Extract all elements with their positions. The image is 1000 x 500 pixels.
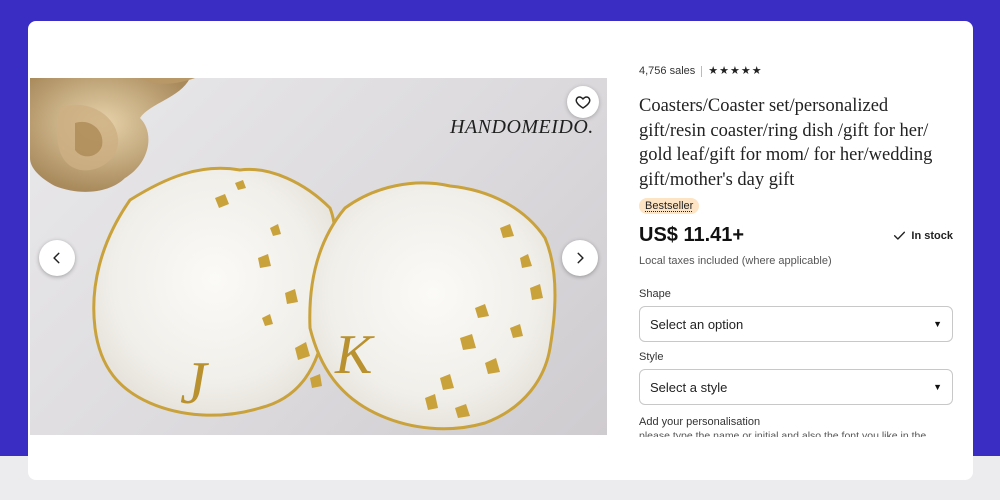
shape-select[interactable]: Select an option ▼ [639,306,953,342]
star-icon: ★ [751,64,762,77]
personalisation-label: Add your personalisation [639,416,761,428]
star-icon: ★ [740,64,751,77]
stock-label: In stock [911,229,953,242]
coaster-left [92,166,337,417]
chevron-left-icon [53,252,60,264]
tax-note: Local taxes included (where applicable) [639,255,832,267]
chevron-right-icon [577,252,584,264]
stock-status: In stock [893,229,953,242]
previous-image-button[interactable] [39,240,75,276]
listing-title: Coasters/Coaster set/personalized gift/r… [639,96,933,190]
shape-select-value: Select an option [650,316,744,332]
shape-label: Shape [639,288,671,300]
style-select-value: Select a style [650,379,728,395]
caret-down-icon: ▼ [933,319,942,329]
style-select[interactable]: Select a style ▼ [639,369,953,405]
sales-rating-row: 4,756 sales ★ ★ ★ ★ ★ [639,63,953,79]
image-watermark: HANDOMEIDO. [450,116,594,138]
coaster-letter-j: J [180,350,209,416]
price: US$ 11.41+ [639,224,745,246]
dried-rose [30,78,195,192]
coaster-right [308,181,557,431]
checkmark-icon [894,231,906,240]
star-rating[interactable]: ★ ★ ★ ★ ★ [708,64,762,77]
star-icon: ★ [730,64,740,77]
heart-icon [575,96,591,109]
caret-down-icon: ▼ [933,382,942,392]
star-icon: ★ [719,64,730,77]
next-image-button[interactable] [562,240,598,276]
price-row: US$ 11.41+ In stock [639,224,953,247]
sales-count: 4,756 sales [639,65,696,77]
coaster-letter-k: K [334,324,375,386]
divider [701,65,703,77]
star-icon: ★ [708,64,719,77]
product-image: J K HANDOMEIDO. [30,78,607,435]
bestseller-badge[interactable]: Bestseller [639,198,700,214]
personalisation-description: please type the name or initial and also… [639,430,927,437]
favorite-button[interactable] [567,86,599,118]
listing-details: 4,756 sales ★ ★ ★ ★ ★ Coasters/Coaster s… [639,63,953,437]
product-card: J K HANDOMEIDO. 4,756 sales ★ ★ ★ ★ ★ Co… [28,21,973,480]
style-label: Style [639,351,664,363]
